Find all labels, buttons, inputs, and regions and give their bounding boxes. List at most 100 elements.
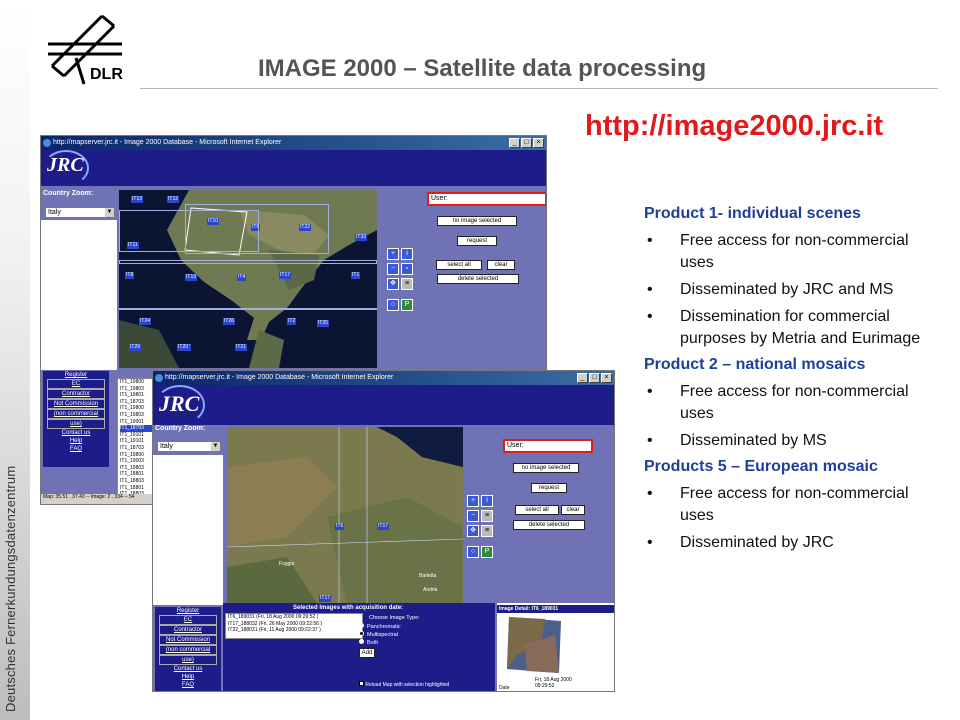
user-field[interactable]: User: <box>427 192 546 206</box>
nav-link[interactable]: Help <box>155 673 221 681</box>
delete-selected-button[interactable]: delete selected <box>437 274 519 284</box>
image-type-option[interactable]: Multispectral <box>359 631 401 639</box>
browser-window-front[interactable]: http://mapserver.jrc.it - Image 2000 Dat… <box>152 370 615 692</box>
zoom-out-icon[interactable]: − <box>467 510 479 522</box>
grid-icon[interactable]: ≡ <box>401 278 413 290</box>
tile-label[interactable]: IT17 <box>279 272 292 279</box>
clear-button[interactable]: clear <box>487 260 515 270</box>
nav-link[interactable]: Contact us <box>43 429 109 437</box>
list-item[interactable]: IT1_18703 <box>120 425 154 432</box>
tile-label[interactable]: IT2 <box>287 318 297 325</box>
zoom-out-icon[interactable]: − <box>387 263 399 275</box>
country-select[interactable]: Italy ▼ <box>157 441 221 452</box>
tile-label[interactable]: IT21 <box>235 344 248 351</box>
nav-link[interactable]: FAQ <box>155 681 221 689</box>
nav-link[interactable]: Register <box>155 607 221 615</box>
nav-link[interactable]: Help <box>43 437 109 445</box>
list-item[interactable]: IT1_19801 <box>120 392 154 399</box>
country-select[interactable]: Italy ▼ <box>45 207 115 218</box>
delete-selected-button[interactable]: delete selected <box>513 520 585 530</box>
list-item[interactable]: IT1_18803 <box>120 478 154 485</box>
nav-link[interactable]: Not Commission <box>159 635 217 645</box>
satellite-map[interactable]: IT13 IT12 IT11 IT10 IT6 IT22 IT8 IT19 IT4 IT17 IT1… <box>119 190 377 368</box>
nav-link[interactable]: EC <box>47 379 105 389</box>
tile-label[interactable]: IT1 <box>351 272 361 279</box>
satellite-map[interactable]: IT6 IT17 IT17 Foggia Barletta Andria <box>227 427 463 603</box>
tile-label[interactable]: IT20 <box>177 344 190 351</box>
pan-icon[interactable]: ✥ <box>467 525 479 537</box>
info-icon[interactable]: i <box>481 495 493 507</box>
list-item[interactable]: IT1_19803 <box>120 386 154 393</box>
reload-checkbox[interactable] <box>359 681 364 686</box>
tile-label[interactable]: IT17 <box>319 595 332 602</box>
tile-label[interactable]: IT12 <box>167 196 180 203</box>
maximize-button[interactable]: □ <box>521 138 532 148</box>
select-all-button[interactable]: select all <box>515 505 559 515</box>
image-type-option[interactable]: Panchromatic <box>359 623 401 631</box>
list-item[interactable]: IT1_18801 <box>120 471 154 478</box>
tile-label[interactable]: IT25 <box>317 320 330 327</box>
image-list[interactable]: IT1_19800 IT1_19803 IT1_19801 IT1_18703 IT1_… <box>117 378 155 504</box>
nav-link[interactable]: Not Commission <box>47 399 105 409</box>
list-item[interactable]: IT1_19101 <box>120 438 154 445</box>
zoom-in-icon[interactable]: + <box>387 248 399 260</box>
image-type-option[interactable]: Both <box>359 639 401 647</box>
nav-link[interactable]: (non commercial <box>159 645 217 655</box>
minimize-button[interactable]: _ <box>509 138 520 148</box>
tile-label[interactable]: IT4 <box>237 274 247 281</box>
nav-link[interactable]: Contact us <box>155 665 221 673</box>
nav-link[interactable]: use) <box>47 419 105 429</box>
list-item[interactable]: IT1_18703 <box>120 445 154 452</box>
tile-label[interactable]: IT26 <box>223 318 236 325</box>
close-button[interactable]: × <box>601 373 612 383</box>
radio-button[interactable] <box>359 631 364 636</box>
list-item[interactable]: IT1_18703 <box>120 399 154 406</box>
list-item[interactable]: IT1_18801 <box>120 485 154 492</box>
globe-icon[interactable]: ○ <box>387 299 399 311</box>
tile-label[interactable]: IT24 <box>139 318 152 325</box>
zoom-box-icon[interactable]: ▫ <box>401 263 413 275</box>
select-all-button[interactable]: select all <box>436 260 482 270</box>
selected-image-item[interactable]: IT22_188031 (Fri, 11 Aug 2000 09:22:37 ) <box>228 627 362 634</box>
list-item[interactable]: IT1_19803 <box>120 412 154 419</box>
tile-label[interactable]: IT33 <box>355 234 368 241</box>
nav-link[interactable]: Register <box>43 371 109 379</box>
list-item[interactable]: IT1_19800 <box>120 405 154 412</box>
globe-icon[interactable]: ○ <box>467 546 479 558</box>
add-button[interactable]: Add <box>359 648 375 658</box>
list-item[interactable]: IT1_19003 <box>120 458 154 465</box>
radio-button[interactable] <box>359 623 364 628</box>
window-titlebar[interactable]: http://mapserver.jrc.it - Image 2000 Dat… <box>153 371 614 385</box>
nav-link[interactable]: EC <box>159 615 217 625</box>
user-field[interactable]: User: <box>503 439 593 453</box>
nav-link[interactable]: Contractor <box>159 625 217 635</box>
grid-icon-2[interactable]: ≡ <box>481 525 493 537</box>
grid-icon[interactable]: ≡ <box>481 510 493 522</box>
zoom-in-icon[interactable]: + <box>467 495 479 507</box>
list-item[interactable]: IT1_19800 <box>120 379 154 386</box>
site-url-link[interactable]: http://image2000.jrc.it <box>585 110 883 143</box>
chevron-down-icon[interactable]: ▼ <box>105 208 114 217</box>
tile-label[interactable]: IT17 <box>377 523 390 530</box>
nav-link[interactable]: use) <box>159 655 217 665</box>
close-button[interactable]: × <box>533 138 544 148</box>
list-item[interactable]: IT1_19101 <box>120 432 154 439</box>
clear-button[interactable]: clear <box>561 505 585 515</box>
request-button[interactable]: request <box>457 236 497 246</box>
tile-label[interactable]: IT6 <box>335 523 345 530</box>
list-item[interactable]: IT1_19800 <box>120 452 154 459</box>
minimize-button[interactable]: _ <box>577 373 588 383</box>
pan-icon[interactable]: ✥ <box>387 278 399 290</box>
tile-label[interactable]: IT8 <box>125 272 135 279</box>
list-item[interactable]: IT1_19001 <box>120 419 154 426</box>
radio-button[interactable] <box>359 639 364 644</box>
selected-images-list[interactable]: IT6_189031 (Fri, 18 Aug 2000 09:29:52 ) I… <box>225 613 363 639</box>
nav-link[interactable]: (non commercial <box>47 409 105 419</box>
tile-label[interactable]: IT29 <box>129 344 142 351</box>
info-icon[interactable]: i <box>401 248 413 260</box>
window-titlebar[interactable]: http://mapserver.jrc.it - Image 2000 Dat… <box>41 136 546 150</box>
list-item[interactable]: IT1_19803 <box>120 465 154 472</box>
print-icon[interactable]: P <box>481 546 493 558</box>
request-button[interactable]: request <box>531 483 567 493</box>
reload-checkbox-row[interactable]: Reload Map with selection highlighted <box>359 681 449 688</box>
